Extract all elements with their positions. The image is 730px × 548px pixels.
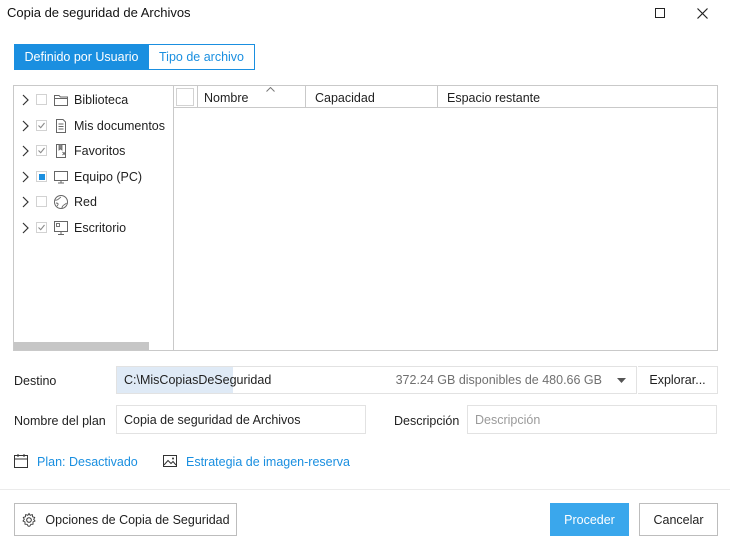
plan-name-label: Nombre del plan [14,414,106,428]
close-button[interactable] [687,2,717,24]
destination-dropdown[interactable]: C:\MisCopiasDeSeguridad 372.24 GB dispon… [116,366,637,394]
source-tabs: Definido por Usuario Tipo de archivo [14,44,255,70]
list-header: Nombre Capacidad Espacio restante [174,86,717,108]
column-divider [305,86,306,108]
tree-item-favorites[interactable]: Favoritos [14,141,172,161]
checkbox[interactable] [36,94,47,105]
tree-item-desktop[interactable]: Escritorio [14,218,172,238]
destination-path: C:\MisCopiasDeSeguridad [124,373,272,387]
checkbox[interactable] [36,145,47,156]
tree-item-label: Red [74,195,97,209]
desktop-icon [54,221,68,235]
gear-icon [22,512,37,527]
checkbox[interactable] [36,196,47,207]
proceed-button[interactable]: Proceder [550,503,629,536]
description-label: Descripción [394,414,460,428]
network-icon [54,195,68,209]
maximize-icon [655,8,665,18]
column-name[interactable]: Nombre [204,86,275,108]
schedule-link[interactable]: Plan: Desactivado [37,455,138,469]
calendar-icon[interactable] [13,453,29,469]
column-name-label: Nombre [204,91,249,105]
description-input[interactable]: Descripción [467,405,717,434]
chevron-right-icon[interactable] [20,145,30,157]
horizontal-scrollbar[interactable] [14,342,149,350]
document-icon [56,119,66,133]
chevron-right-icon[interactable] [20,222,30,234]
tab-file-type[interactable]: Tipo de archivo [149,44,255,70]
destination-space: 372.24 GB disponibles de 480.66 GB [395,373,602,387]
window-title: Copia de seguridad de Archivos [7,5,191,20]
maximize-button[interactable] [645,2,675,24]
tree-item-label: Favoritos [74,144,126,158]
checkbox[interactable] [36,120,47,131]
check-icon [38,147,45,154]
check-icon [38,122,45,129]
footer-separator [0,489,730,490]
tree-item-label: Biblioteca [74,93,129,107]
column-divider [437,86,438,108]
column-remaining-space[interactable]: Espacio restante [447,86,540,108]
computer-icon [54,171,68,184]
tab-user-defined[interactable]: Definido por Usuario [14,44,149,70]
check-icon [38,224,45,231]
chevron-right-icon[interactable] [20,171,30,183]
destination-label: Destino [14,374,57,388]
chevron-right-icon[interactable] [20,94,30,106]
backup-options-button[interactable]: Opciones de Copia de Seguridad [14,503,237,536]
checkbox[interactable] [36,171,47,182]
dropdown-arrow-icon[interactable] [617,378,626,383]
folder-icon [54,95,68,106]
source-tree[interactable]: Biblioteca Mis documentos Favoritos Equi… [13,85,173,351]
image-strategy-link[interactable]: Estrategia de imagen-reserva [186,455,350,469]
title-bar: Copia de seguridad de Archivos [0,0,730,27]
column-capacity[interactable]: Capacidad [315,86,375,108]
close-icon [696,7,708,19]
tree-item-network[interactable]: Red [14,192,172,212]
drive-list[interactable]: Nombre Capacidad Espacio restante [173,85,718,351]
chevron-right-icon[interactable] [20,196,30,208]
backup-options-label: Opciones de Copia de Seguridad [45,512,230,527]
plan-name-input[interactable]: Copia de seguridad de Archivos [116,405,366,434]
tree-item-label: Mis documentos [74,119,166,133]
chevron-right-icon[interactable] [20,120,30,132]
tree-item-library[interactable]: Biblioteca [14,90,172,110]
tree-item-documents[interactable]: Mis documentos [14,116,172,136]
image-icon[interactable] [162,453,178,469]
favorites-icon [56,144,66,158]
sort-up-icon [266,87,275,92]
partial-check-icon [38,173,45,180]
checkbox[interactable] [36,222,47,233]
browse-button[interactable]: Explorar... [638,366,718,394]
tree-item-label: Equipo (PC) [74,170,143,184]
tree-item-label: Escritorio [74,221,127,235]
cancel-button[interactable]: Cancelar [639,503,718,536]
select-all-checkbox[interactable] [176,88,194,106]
column-divider [197,86,198,108]
tree-item-computer[interactable]: Equipo (PC) [14,167,172,187]
